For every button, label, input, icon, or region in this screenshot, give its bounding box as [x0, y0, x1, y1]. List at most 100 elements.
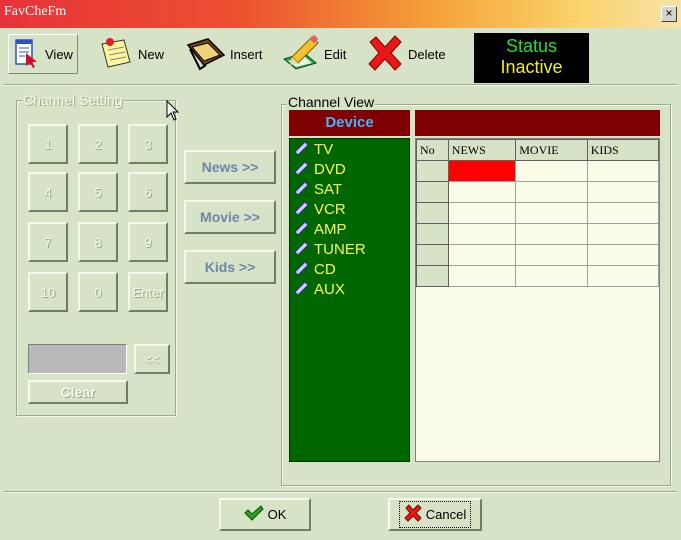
movie-cell[interactable]	[515, 160, 588, 182]
keypad-2[interactable]: 2	[78, 124, 118, 164]
row-number-cell	[416, 223, 449, 245]
column-header-kids[interactable]: KIDS	[586, 139, 660, 161]
channel-grid[interactable]: No NEWS MOVIE KIDS	[415, 138, 660, 462]
device-label: DVD	[314, 160, 346, 178]
table-row	[416, 244, 660, 266]
device-label: AMP	[314, 220, 347, 238]
kids-cell[interactable]	[586, 223, 660, 245]
ok-label: OK	[267, 507, 287, 522]
device-label: CD	[314, 260, 336, 278]
backspace-button[interactable]: <<	[134, 344, 170, 374]
keypad-9[interactable]: 9	[128, 222, 168, 262]
row-number-cell	[416, 160, 449, 182]
keypad-10[interactable]: 10	[28, 272, 68, 312]
remote-icon	[294, 200, 310, 218]
row-number-cell	[416, 202, 449, 224]
channel-table: No NEWS MOVIE KIDS	[416, 139, 660, 287]
keypad-1[interactable]: 1	[28, 124, 68, 164]
mouse-cursor-icon	[166, 99, 180, 125]
remote-icon	[294, 240, 310, 258]
device-item-cd[interactable]: CD	[290, 259, 409, 279]
grid-header-strip	[415, 110, 660, 136]
keypad-4[interactable]: 4	[28, 172, 68, 212]
view-button[interactable]: View	[8, 34, 78, 74]
device-item-tv[interactable]: TV	[290, 139, 409, 159]
news-cell[interactable]	[447, 202, 517, 224]
cancel-label: Cancel	[425, 507, 467, 522]
movie-cell[interactable]	[515, 244, 588, 266]
device-item-amp[interactable]: AMP	[290, 219, 409, 239]
device-item-tuner[interactable]: TUNER	[290, 239, 409, 259]
news-cell[interactable]	[447, 160, 517, 182]
device-item-vcr[interactable]: VCR	[290, 199, 409, 219]
table-row	[416, 202, 660, 224]
device-item-sat[interactable]: SAT	[290, 179, 409, 199]
insert-label: Insert	[230, 46, 263, 62]
movie-button[interactable]: Movie >>	[184, 200, 276, 234]
table-row	[416, 181, 660, 203]
keypad-8[interactable]: 8	[78, 222, 118, 262]
device-label: SAT	[314, 180, 343, 198]
table-row	[416, 265, 660, 287]
remote-icon	[294, 260, 310, 278]
movie-cell[interactable]	[515, 223, 588, 245]
remote-icon	[294, 220, 310, 238]
cancel-x-icon	[404, 504, 422, 525]
keypad-5[interactable]: 5	[78, 172, 118, 212]
column-header-news[interactable]: NEWS	[447, 139, 517, 161]
footer-divider	[4, 491, 677, 493]
news-cell[interactable]	[447, 244, 517, 266]
cancel-focus-frame: Cancel	[398, 501, 472, 528]
kids-button[interactable]: Kids >>	[184, 250, 276, 284]
toolbar-divider	[4, 84, 677, 86]
row-number-cell	[416, 181, 449, 203]
device-label: TV	[314, 140, 334, 158]
keypad-6[interactable]: 6	[128, 172, 168, 212]
kids-cell[interactable]	[586, 181, 660, 203]
channel-display-field	[28, 344, 127, 374]
movie-cell[interactable]	[515, 202, 588, 224]
movie-cell[interactable]	[515, 265, 588, 287]
remote-icon	[294, 280, 310, 298]
movie-cell[interactable]	[515, 181, 588, 203]
news-cell[interactable]	[447, 223, 517, 245]
device-label: AUX	[314, 280, 345, 298]
keypad-3[interactable]: 3	[128, 124, 168, 164]
clear-button[interactable]: Clear	[28, 380, 128, 404]
keypad-0[interactable]: 0	[78, 272, 118, 312]
device-item-dvd[interactable]: DVD	[290, 159, 409, 179]
remote-icon	[294, 140, 310, 158]
kids-cell[interactable]	[586, 244, 660, 266]
column-header-movie[interactable]: MOVIE	[515, 139, 588, 161]
folder-insert-icon	[186, 35, 226, 74]
device-item-aux[interactable]: AUX	[290, 279, 409, 299]
close-button[interactable]: ×	[661, 6, 677, 22]
column-header-no: No	[416, 139, 449, 161]
edit-button[interactable]: Edit	[282, 34, 346, 74]
row-number-cell	[416, 265, 449, 287]
new-button[interactable]: New	[98, 34, 164, 74]
kids-cell[interactable]	[586, 160, 660, 182]
insert-button[interactable]: Insert	[186, 34, 263, 74]
ok-button[interactable]: OK	[219, 498, 311, 531]
cancel-button[interactable]: Cancel	[388, 498, 482, 531]
title-bar: FavCheFm ×	[0, 0, 681, 28]
keypad-enter[interactable]: Enter	[128, 272, 168, 312]
table-header-row: No NEWS MOVIE KIDS	[416, 139, 660, 161]
status-indicator: Status Inactive	[474, 33, 589, 83]
kids-cell[interactable]	[586, 202, 660, 224]
remote-icon	[294, 180, 310, 198]
news-cell[interactable]	[447, 265, 517, 287]
delete-button[interactable]: Delete	[366, 34, 446, 74]
table-row	[416, 223, 660, 245]
news-cell[interactable]	[447, 181, 517, 203]
kids-cell[interactable]	[586, 265, 660, 287]
delete-x-icon	[366, 34, 404, 75]
new-label: New	[138, 46, 165, 62]
delete-label: Delete	[408, 46, 446, 62]
device-list[interactable]: TV DVD SAT VCR AMP TUNER CD AUX	[289, 138, 410, 462]
edit-label: Edit	[324, 46, 347, 62]
channel-view-title: Channel View	[287, 94, 376, 110]
keypad-7[interactable]: 7	[28, 222, 68, 262]
news-button[interactable]: News >>	[184, 150, 276, 184]
